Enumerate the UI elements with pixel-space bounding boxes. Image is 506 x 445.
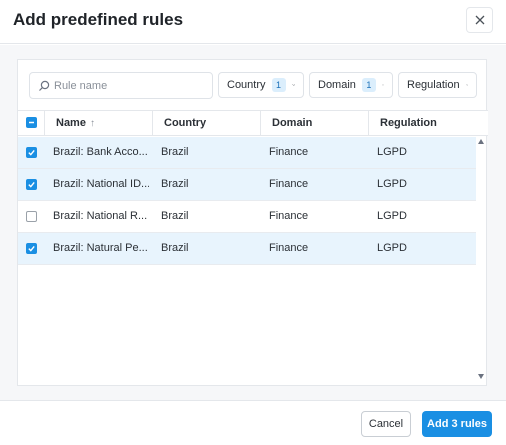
cell-name: Brazil: National R... [53, 210, 148, 222]
search-icon [39, 80, 50, 91]
row-checkbox[interactable] [26, 211, 37, 222]
rules-card: Country 1 Domain 1 Regulation Name↑ [17, 59, 488, 386]
check-icon [28, 181, 35, 188]
cell-domain: Finance [269, 210, 309, 222]
filter-regulation[interactable]: Regulation [398, 72, 477, 98]
search-input[interactable] [54, 77, 204, 95]
table-header: Name ↑ Country Domain Regulation [18, 110, 488, 136]
row-checkbox[interactable] [26, 243, 37, 254]
search-box[interactable] [29, 72, 213, 99]
chevron-down-icon [465, 84, 468, 86]
scroll-up-arrow-icon[interactable] [478, 139, 484, 144]
column-divider [152, 111, 153, 135]
filter-domain-label: Domain [318, 79, 356, 91]
row-checkbox[interactable] [26, 147, 37, 158]
cancel-button[interactable]: Cancel [361, 411, 411, 437]
cell-country: Brazil [161, 178, 189, 190]
filter-domain[interactable]: Domain 1 [309, 72, 393, 98]
cell-regulation: LGPD [377, 178, 407, 190]
filter-domain-count-badge: 1 [361, 78, 376, 92]
cell-domain: Finance [269, 178, 309, 190]
cell-regulation: LGPD [377, 242, 407, 254]
cell-name: Brazil: National ID... [53, 178, 149, 190]
column-header-domain[interactable]: Domain [272, 111, 312, 135]
row-checkbox[interactable] [26, 179, 37, 190]
cell-domain: Finance [269, 146, 309, 158]
check-icon [28, 245, 35, 252]
cell-regulation: LGPD [377, 146, 407, 158]
column-header-name-label: Name [56, 117, 86, 129]
dialog-title: Add predefined rules [13, 10, 184, 29]
select-all-checkbox[interactable] [26, 117, 37, 128]
filter-country-count-badge: 1 [271, 78, 286, 92]
check-icon [28, 149, 35, 156]
chevron-down-icon [291, 84, 295, 86]
table-row[interactable]: Brazil: Natural Pe... Brazil Finance LGP… [18, 233, 476, 265]
chevron-down-icon [382, 84, 384, 86]
table-scrollbar[interactable] [476, 137, 487, 382]
cell-country: Brazil [161, 242, 189, 254]
cell-name: Brazil: Bank Acco... [53, 146, 148, 158]
filter-regulation-label: Regulation [407, 79, 460, 91]
dialog-header: Add predefined rules [0, 0, 506, 44]
column-divider [368, 111, 369, 135]
column-header-name[interactable]: Name ↑ [56, 111, 95, 135]
dialog-body: Country 1 Domain 1 Regulation Name↑ [0, 45, 506, 400]
cell-country: Brazil [161, 146, 189, 158]
filter-country-label: Country [227, 79, 266, 91]
cell-country: Brazil [161, 210, 189, 222]
add-rules-button[interactable]: Add 3 rules [422, 411, 492, 437]
scroll-down-arrow-icon[interactable] [478, 374, 484, 379]
column-header-regulation[interactable]: Regulation [380, 111, 437, 135]
sort-ascending-icon: ↑ [89, 118, 95, 129]
table-row[interactable]: Brazil: National ID... Brazil Finance LG… [18, 169, 476, 201]
close-icon [475, 15, 484, 25]
close-button[interactable] [466, 7, 493, 33]
filter-country[interactable]: Country 1 [218, 72, 304, 98]
column-header-country[interactable]: Country [164, 111, 206, 135]
table-row[interactable]: Brazil: Bank Acco... Brazil Finance LGPD [18, 137, 476, 169]
table-row[interactable]: Brazil: National R... Brazil Finance LGP… [18, 201, 476, 233]
minus-icon [29, 121, 34, 124]
cell-regulation: LGPD [377, 210, 407, 222]
dialog-footer: Cancel Add 3 rules [0, 400, 506, 445]
column-divider [44, 111, 45, 135]
cell-domain: Finance [269, 242, 309, 254]
column-divider [260, 111, 261, 135]
cell-name: Brazil: Natural Pe... [53, 242, 148, 254]
